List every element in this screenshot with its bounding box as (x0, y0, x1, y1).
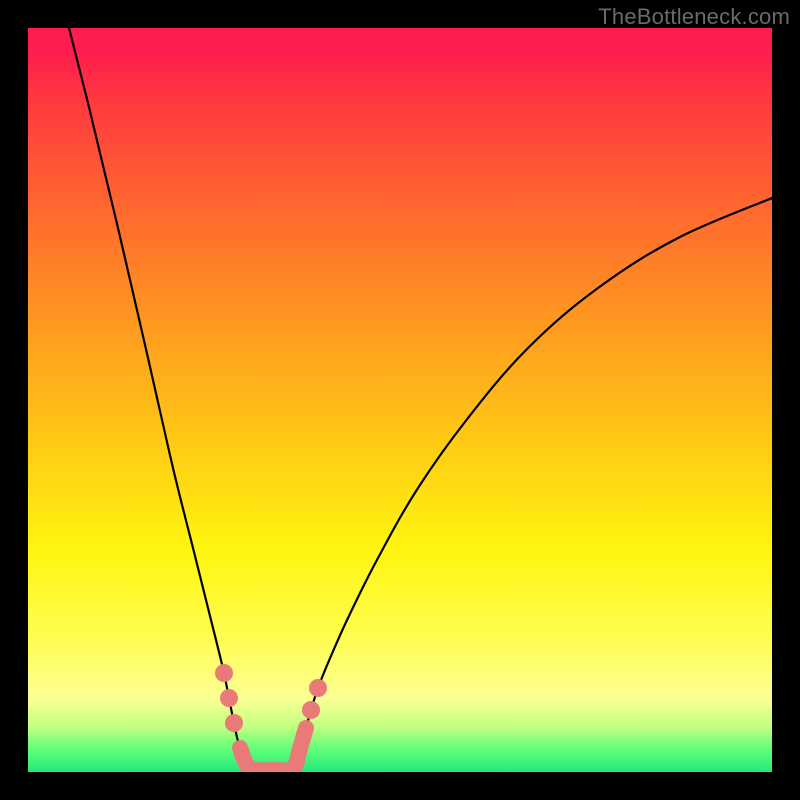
curves-svg (28, 28, 772, 772)
plot-area (28, 28, 772, 772)
chart-frame: TheBottleneck.com (0, 0, 800, 800)
bead-dot (215, 664, 233, 682)
left-curve (64, 28, 250, 768)
bead-dot (220, 689, 238, 707)
right-curve (293, 198, 772, 768)
bead-dot (225, 714, 243, 732)
watermark-text: TheBottleneck.com (598, 4, 790, 30)
bead-dot (309, 679, 327, 697)
bead-dot (302, 701, 320, 719)
valley-bead-stroke (240, 728, 306, 771)
